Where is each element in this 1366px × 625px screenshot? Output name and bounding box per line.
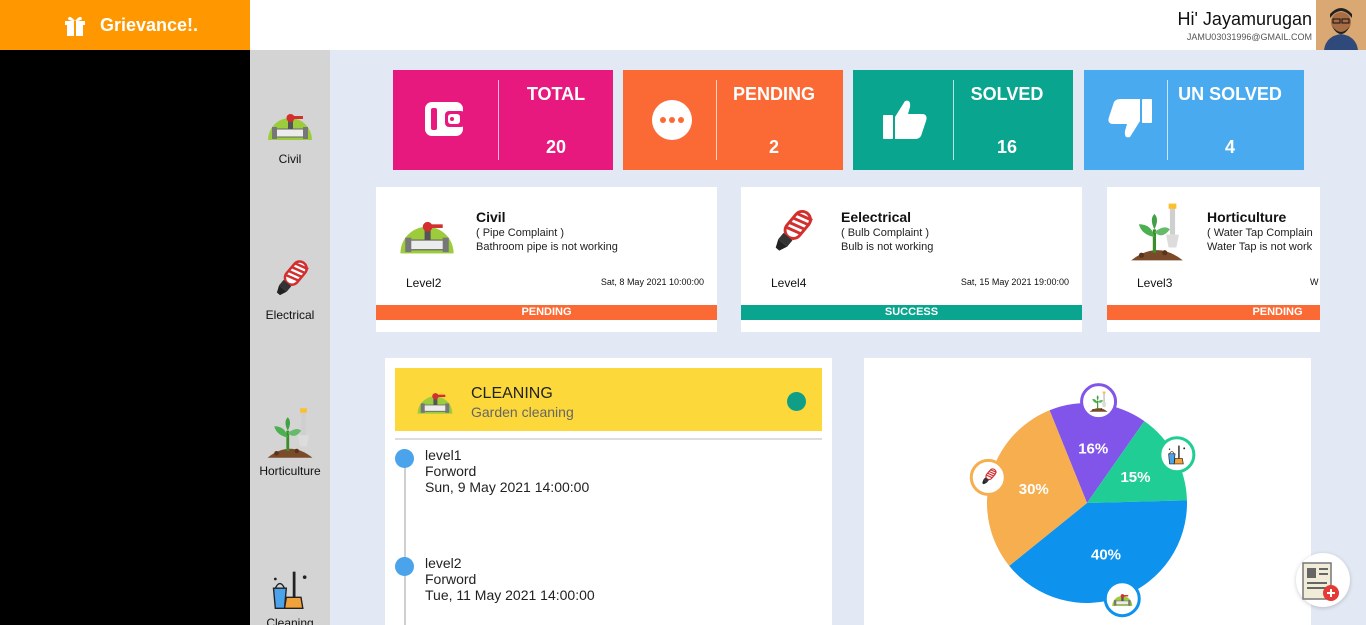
stat-value: 20 xyxy=(545,137,567,157)
timeline-date: Tue, 11 May 2021 14:00:00 xyxy=(425,587,595,603)
complaint-type: ( Bulb Complaint ) xyxy=(841,227,930,239)
bulb-icon xyxy=(266,256,314,304)
complaint-type: ( Water Tap Complain xyxy=(1207,227,1313,239)
pie-chart: 16% 15% 40% 30% xyxy=(969,383,1196,618)
category-civil[interactable]: Civil xyxy=(250,100,330,166)
stat-value: 16 xyxy=(996,137,1018,157)
plant-icon xyxy=(1125,201,1189,263)
user-greeting: Hi' Jayamurugan xyxy=(1177,9,1313,29)
stat-label: TOTAL xyxy=(526,84,586,104)
timeline-line xyxy=(404,458,406,625)
complaint-level: Level3 xyxy=(1137,276,1173,290)
sidebar xyxy=(0,50,250,625)
timeline-level: level1 xyxy=(425,447,462,463)
complaint-description: Bathroom pipe is not working xyxy=(476,241,618,253)
pipe-icon xyxy=(266,100,314,148)
complaint-description: Water Tap is not work xyxy=(1207,241,1313,253)
category-bar: Civil Electrical Horticulture Cleaning xyxy=(250,50,330,625)
stat-value: 2 xyxy=(768,137,779,157)
stat-label: SOLVED xyxy=(970,84,1044,104)
pipe-icon xyxy=(413,382,457,420)
avatar[interactable] xyxy=(1316,0,1366,50)
stat-unsolved[interactable]: UN SOLVED 4 xyxy=(1084,70,1304,170)
pie-slice-label: 30% xyxy=(1019,481,1049,498)
stat-pending[interactable]: PENDING 2 xyxy=(623,70,843,170)
timeline-level: level2 xyxy=(425,555,462,571)
category-label: Civil xyxy=(278,152,302,166)
complaint-date: W xyxy=(1310,277,1319,287)
thumbs-down-icon xyxy=(1108,99,1152,138)
top-bar: Hi' Jayamurugan JAMU03031996@GMAIL.COM xyxy=(250,0,1366,50)
wallet-icon xyxy=(425,102,465,136)
user-email: JAMU03031996@GMAIL.COM xyxy=(1186,32,1312,42)
category-label: Cleaning xyxy=(266,616,314,625)
brand-name[interactable]: Grievance!. xyxy=(100,15,198,36)
pie-slice-label: 40% xyxy=(1091,547,1121,564)
category-electrical[interactable]: Electrical xyxy=(250,256,330,322)
complaint-title: Civil xyxy=(476,209,506,225)
timeline-header[interactable]: CLEANING Garden cleaning xyxy=(395,368,822,431)
complaint-card-electrical[interactable]: Eelectrical ( Bulb Complaint ) Bulb is n… xyxy=(741,187,1082,332)
category-cleaning[interactable]: Cleaning xyxy=(250,568,330,625)
complaint-card-civil[interactable]: Civil ( Pipe Complaint ) Bathroom pipe i… xyxy=(376,187,717,332)
timeline-action: Forword xyxy=(425,571,477,587)
timeline-date: Sun, 9 May 2021 14:00:00 xyxy=(425,479,590,495)
add-document-icon xyxy=(1302,562,1339,601)
complaint-description: Bulb is not working xyxy=(841,241,934,253)
timeline-panel: CLEANING Garden cleaning level1 Forword … xyxy=(385,358,832,625)
pie-chart-panel: 16% 15% 40% 30% xyxy=(864,358,1311,625)
brand-bar: Grievance!. xyxy=(0,0,250,50)
stat-label: UN SOLVED xyxy=(1178,84,1282,104)
timeline-action: Forword xyxy=(425,463,477,479)
plant-icon xyxy=(1080,383,1118,421)
plant-icon xyxy=(263,406,317,460)
complaint-level: Level2 xyxy=(406,276,442,290)
add-complaint-button[interactable] xyxy=(1296,553,1350,607)
stat-label: PENDING xyxy=(732,84,815,104)
cleaning-icon xyxy=(1158,436,1196,474)
bulb-icon xyxy=(969,458,1007,496)
stat-value: 4 xyxy=(1224,137,1235,157)
status-dot xyxy=(787,392,806,411)
gift-icon xyxy=(65,16,85,36)
stat-solved[interactable]: SOLVED 16 xyxy=(853,70,1073,170)
divider xyxy=(395,438,822,440)
category-horticulture[interactable]: Horticulture xyxy=(250,406,330,478)
complaint-date: Sat, 15 May 2021 19:00:00 xyxy=(960,277,1069,287)
user-info: Hi' Jayamurugan JAMU03031996@GMAIL.COM xyxy=(1178,9,1313,42)
complaint-date: Sat, 8 May 2021 10:00:00 xyxy=(600,277,704,287)
category-label: Horticulture xyxy=(259,464,321,478)
status-badge: PENDING xyxy=(376,305,717,320)
complaint-level: Level4 xyxy=(771,276,807,290)
complaint-type: ( Pipe Complaint ) xyxy=(476,227,565,239)
status-badge: PENDING xyxy=(1107,305,1320,320)
stat-total[interactable]: TOTAL 20 xyxy=(393,70,613,170)
complaint-title: Horticulture xyxy=(1207,209,1287,225)
timeline-subtitle: Garden cleaning xyxy=(471,404,574,420)
pipe-icon xyxy=(398,205,456,263)
timeline-title: CLEANING xyxy=(471,385,553,402)
status-badge: SUCCESS xyxy=(741,305,1082,320)
complaint-title: Eelectrical xyxy=(841,209,912,225)
pie-slice-label: 16% xyxy=(1078,440,1108,457)
pipe-icon xyxy=(1103,580,1141,618)
cleaning-icon xyxy=(268,568,312,612)
more-icon xyxy=(652,100,692,140)
category-label: Electrical xyxy=(265,308,315,322)
thumbs-up-icon xyxy=(883,100,927,139)
pie-slice-label: 15% xyxy=(1120,469,1150,486)
timeline-dot xyxy=(395,557,414,576)
timeline-dot xyxy=(395,449,414,468)
complaint-card-horticulture[interactable]: Horticulture ( Water Tap Complain Water … xyxy=(1107,187,1320,332)
bulb-icon xyxy=(763,205,819,261)
